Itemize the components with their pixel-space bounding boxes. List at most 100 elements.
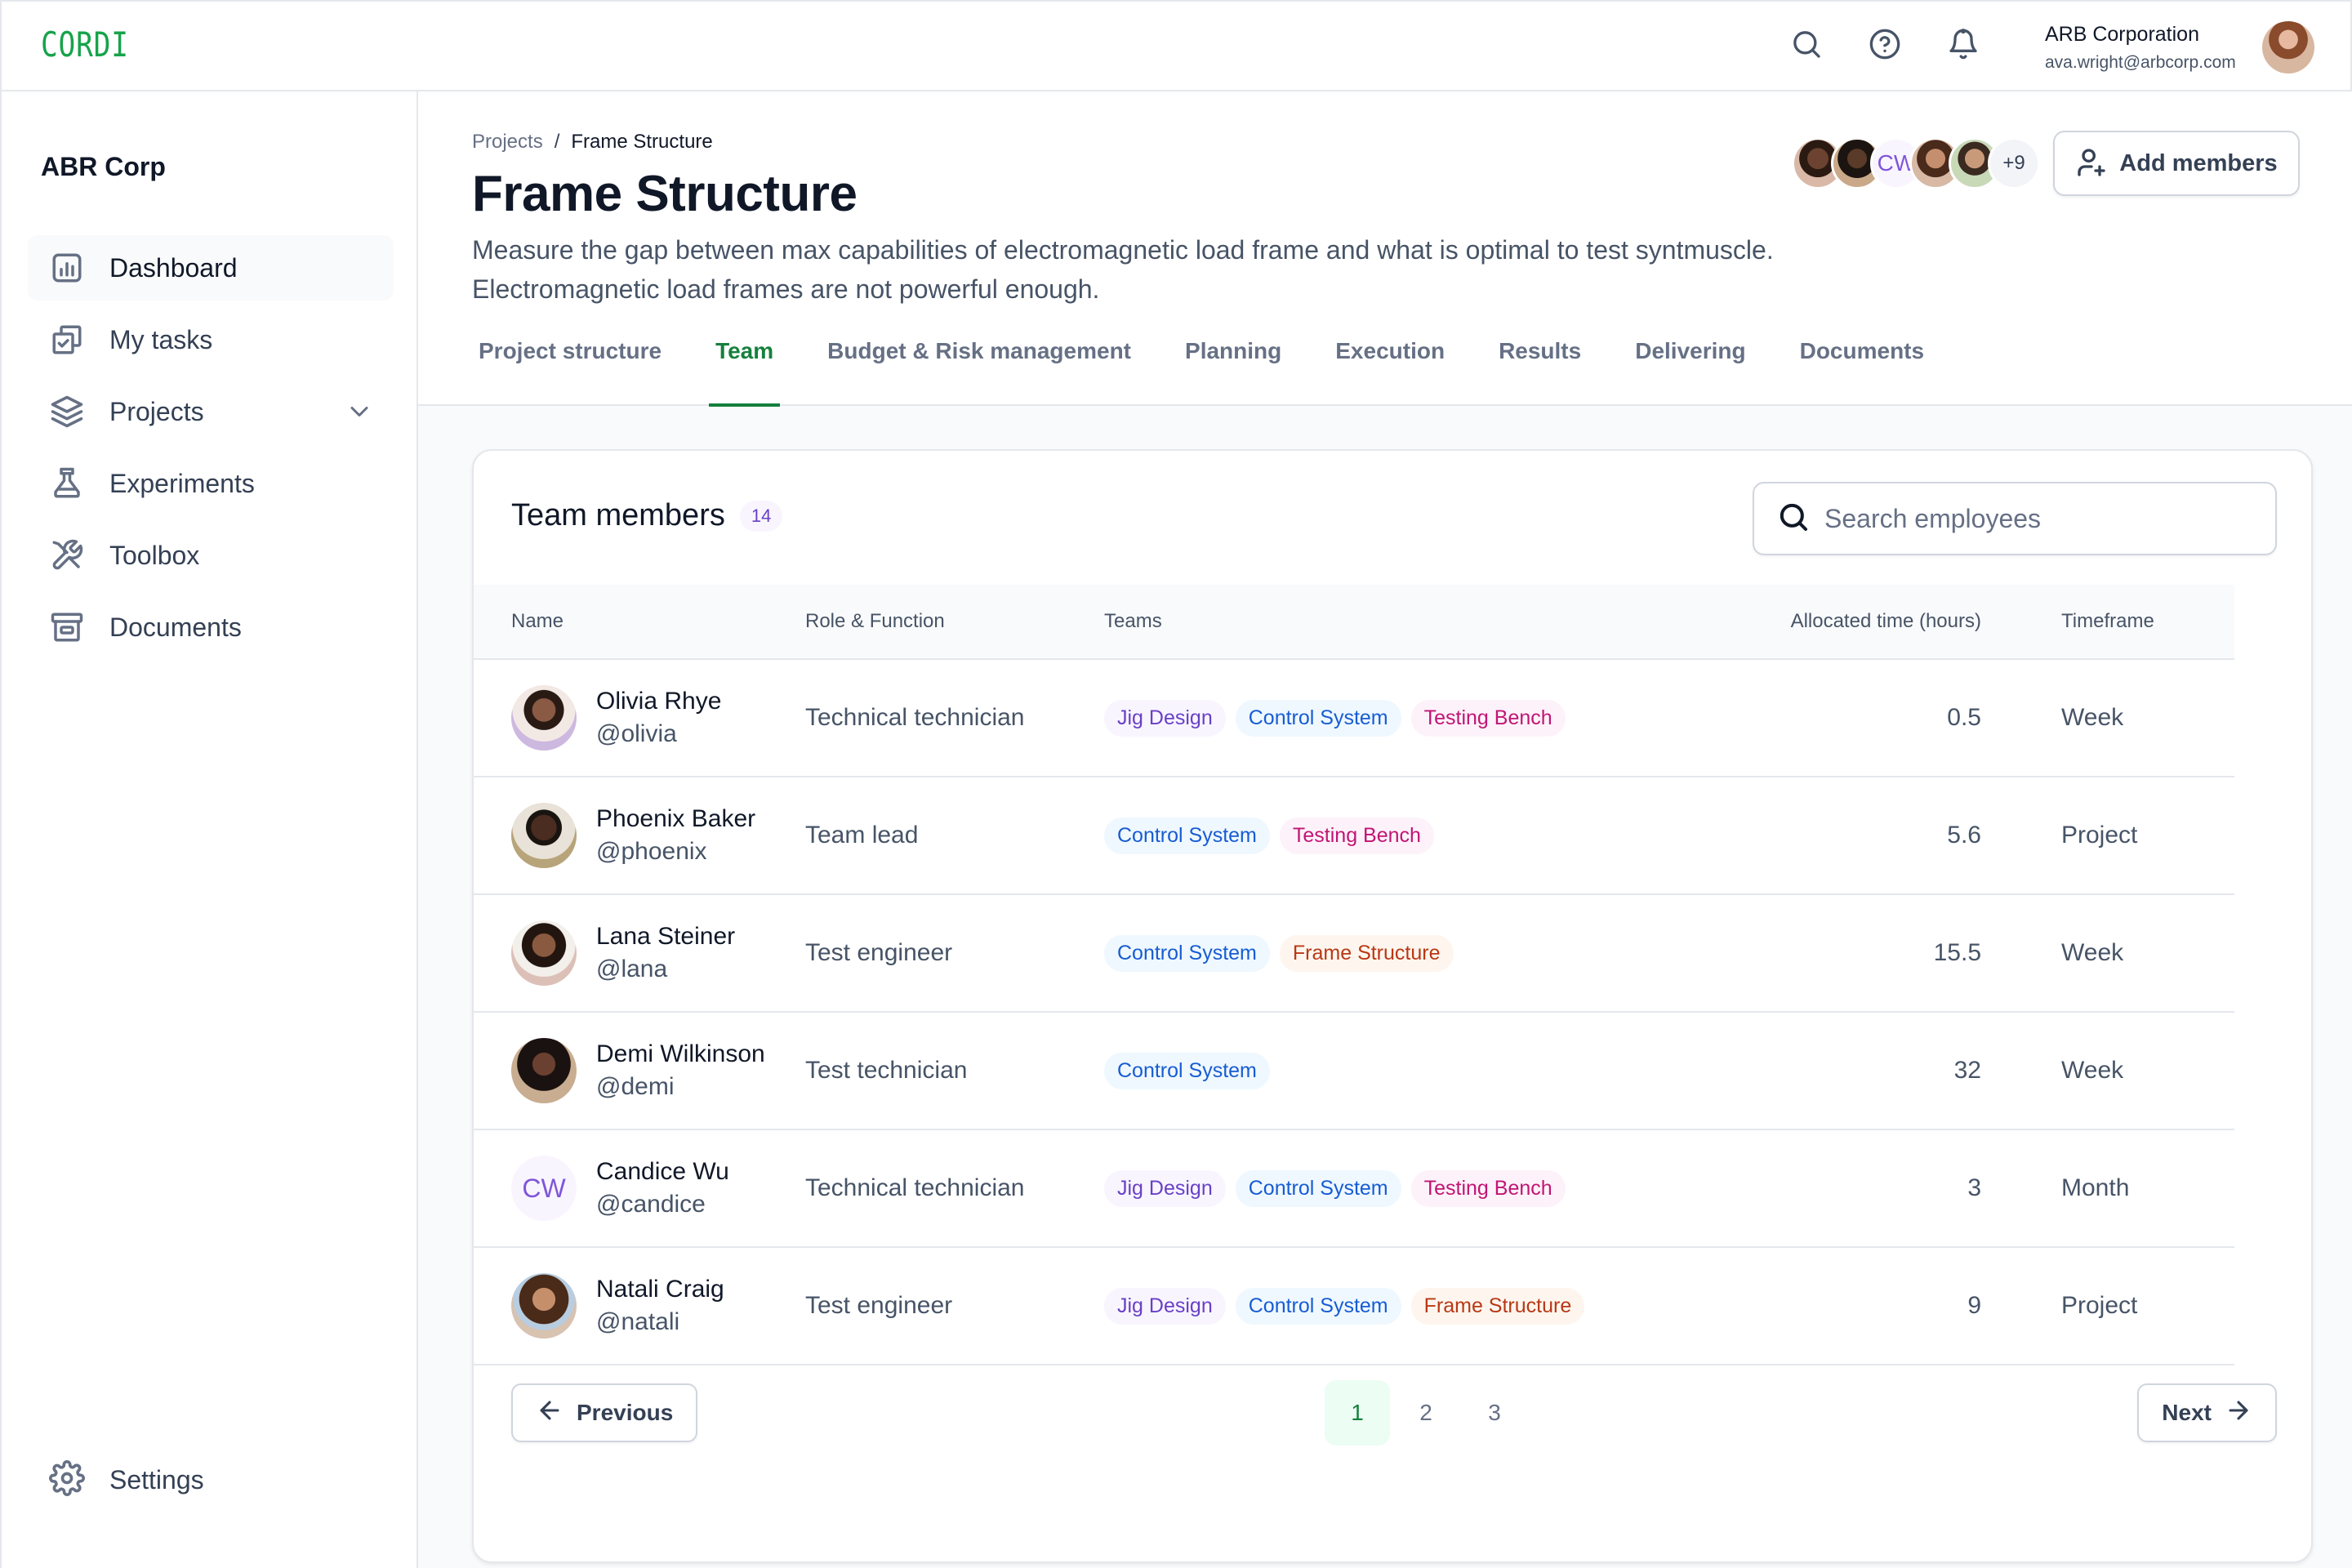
user-avatar[interactable] — [2262, 21, 2314, 74]
cell-role: Test technician — [805, 1057, 968, 1084]
sidebar-item-toolbox[interactable]: Toolbox — [28, 523, 394, 588]
col-allocated-time[interactable]: Allocated time (hours) — [1650, 610, 1981, 633]
sidebar-nav: Dashboard My tasks Projects Experiments — [28, 235, 394, 666]
tab-results[interactable]: Results — [1492, 338, 1588, 407]
team-table: Name Role & Function Teams Allocated tim… — [474, 585, 2234, 1365]
team-badge[interactable]: Control System — [1235, 699, 1401, 737]
team-badge[interactable]: Jig Design — [1104, 1287, 1226, 1325]
page-2[interactable]: 2 — [1393, 1380, 1459, 1446]
breadcrumb-projects[interactable]: Projects — [472, 131, 543, 154]
col-role[interactable]: Role & Function — [805, 610, 1104, 633]
person-name: Candice Wu — [596, 1158, 729, 1185]
table-row[interactable]: Lana Steiner @lana Test engineer Control Sy… — [474, 895, 2234, 1013]
person-handle: @demi — [596, 1073, 675, 1100]
person-info: Olivia Rhye @olivia — [596, 688, 721, 748]
member-avatar-stack[interactable]: CW +9 — [1792, 137, 2040, 189]
avatar — [511, 1038, 577, 1103]
table-row[interactable]: Natali Craig @natali Test engineer Jig Desi… — [474, 1248, 2234, 1365]
cell-name: CW Candice Wu @candice — [474, 1156, 805, 1221]
col-teams[interactable]: Teams — [1104, 610, 1650, 633]
member-count-badge: 14 — [739, 500, 783, 532]
sidebar-item-label: Projects — [109, 396, 204, 426]
sidebar-item-my-tasks[interactable]: My tasks — [28, 307, 394, 372]
tab-delivering[interactable]: Delivering — [1628, 338, 1752, 407]
tab-project-structure[interactable]: Project structure — [472, 338, 668, 407]
user-plus-icon — [2075, 146, 2108, 181]
person-handle: @lana — [596, 956, 668, 982]
archive-icon — [49, 609, 85, 645]
sidebar-item-projects[interactable]: Projects — [28, 379, 394, 444]
add-members-button[interactable]: Add members — [2053, 131, 2300, 196]
team-badge[interactable]: Jig Design — [1104, 1169, 1226, 1207]
table-row[interactable]: CW Candice Wu @candice Technical technician… — [474, 1130, 2234, 1248]
team-badge[interactable]: Frame Structure — [1279, 934, 1454, 972]
cell-allocated-time: 5.6 — [1947, 822, 1981, 849]
help-icon[interactable] — [1867, 26, 1903, 62]
chevron-down-icon[interactable] — [345, 397, 374, 430]
avatar-more-count[interactable]: +9 — [1988, 137, 2040, 189]
person-handle: @phoenix — [596, 838, 707, 865]
team-badge[interactable]: Frame Structure — [1410, 1287, 1585, 1325]
cell-timeframe: Project — [2061, 822, 2138, 849]
tab-planning[interactable]: Planning — [1178, 338, 1288, 407]
arrow-right-icon — [2225, 1396, 2252, 1430]
tab-documents[interactable]: Documents — [1793, 338, 1931, 407]
cell-name: Natali Craig @natali — [474, 1273, 805, 1339]
sidebar-item-documents[interactable]: Documents — [28, 595, 394, 660]
table-row[interactable]: Phoenix Baker @phoenix Team lead Control Sy… — [474, 777, 2234, 895]
search-icon — [1777, 501, 1810, 537]
sidebar-item-label: Toolbox — [109, 540, 200, 570]
avatar — [511, 685, 577, 751]
search-employees-input[interactable] — [1824, 503, 2265, 534]
table-row[interactable]: Demi Wilkinson @demi Test technician Contro… — [474, 1013, 2234, 1130]
cell-teams: Control System Frame Structure — [1104, 934, 1650, 972]
tab-execution[interactable]: Execution — [1329, 338, 1451, 407]
team-badge[interactable]: Control System — [1235, 1169, 1401, 1207]
cell-allocated-time: 0.5 — [1947, 704, 1981, 731]
sidebar-item-experiments[interactable]: Experiments — [28, 451, 394, 516]
cell-teams: Jig Design Control System Testing Bench — [1104, 699, 1650, 737]
breadcrumb-current: Frame Structure — [571, 131, 713, 153]
tab-budget-risk[interactable]: Budget & Risk management — [821, 338, 1138, 407]
col-name[interactable]: Name — [474, 610, 805, 633]
cell-teams: Control System Testing Bench — [1104, 817, 1650, 854]
project-tabs: Project structure Team Budget & Risk man… — [472, 338, 1971, 407]
table-row[interactable]: Olivia Rhye @olivia Technical technician Ji… — [474, 660, 2234, 777]
team-badge[interactable]: Control System — [1235, 1287, 1401, 1325]
add-members-label: Add members — [2119, 149, 2278, 176]
cell-name: Lana Steiner @lana — [474, 920, 805, 986]
cell-allocated-time: 9 — [1967, 1292, 1981, 1319]
sidebar-item-label: My tasks — [109, 324, 213, 354]
page-1[interactable]: 1 — [1325, 1380, 1390, 1446]
team-badge[interactable]: Control System — [1104, 817, 1270, 854]
user-info[interactable]: ARB Corporation ava.wright@arbcorp.com — [2045, 23, 2236, 73]
team-badge[interactable]: Testing Bench — [1279, 817, 1434, 854]
team-badge[interactable]: Control System — [1104, 1052, 1270, 1089]
cell-teams: Control System — [1104, 1052, 1650, 1089]
person-info: Natali Craig @natali — [596, 1276, 724, 1336]
sidebar: ABR Corp Dashboard My tasks Projects Exp… — [0, 91, 418, 1568]
cell-name: Phoenix Baker @phoenix — [474, 803, 805, 868]
next-button[interactable]: Next — [2137, 1383, 2277, 1442]
team-members-card: Team members 14 Name Role & Function Tea… — [472, 449, 2313, 1563]
team-badge[interactable]: Testing Bench — [1410, 1169, 1566, 1207]
cell-timeframe: Project — [2061, 1292, 2138, 1319]
sidebar-item-dashboard[interactable]: Dashboard — [28, 235, 394, 301]
tab-team[interactable]: Team — [709, 338, 781, 407]
cell-role: Team lead — [805, 822, 919, 849]
page-3[interactable]: 3 — [1462, 1380, 1527, 1446]
app-logo[interactable]: CORDI — [41, 24, 129, 65]
previous-button[interactable]: Previous — [511, 1383, 698, 1442]
search-employees-field[interactable] — [1753, 482, 2277, 555]
cell-role: Test engineer — [805, 939, 953, 966]
search-icon[interactable] — [1788, 26, 1824, 62]
team-badge[interactable]: Control System — [1104, 934, 1270, 972]
team-badge[interactable]: Testing Bench — [1410, 699, 1566, 737]
team-badge[interactable]: Jig Design — [1104, 699, 1226, 737]
avatar: CW — [511, 1156, 577, 1221]
sidebar-item-settings[interactable]: Settings — [49, 1460, 204, 1500]
col-timeframe[interactable]: Timeframe — [1981, 610, 2234, 633]
cell-teams: Jig Design Control System Frame Structure — [1104, 1287, 1650, 1325]
person-name: Natali Craig — [596, 1276, 724, 1303]
bell-icon[interactable] — [1945, 26, 1981, 62]
